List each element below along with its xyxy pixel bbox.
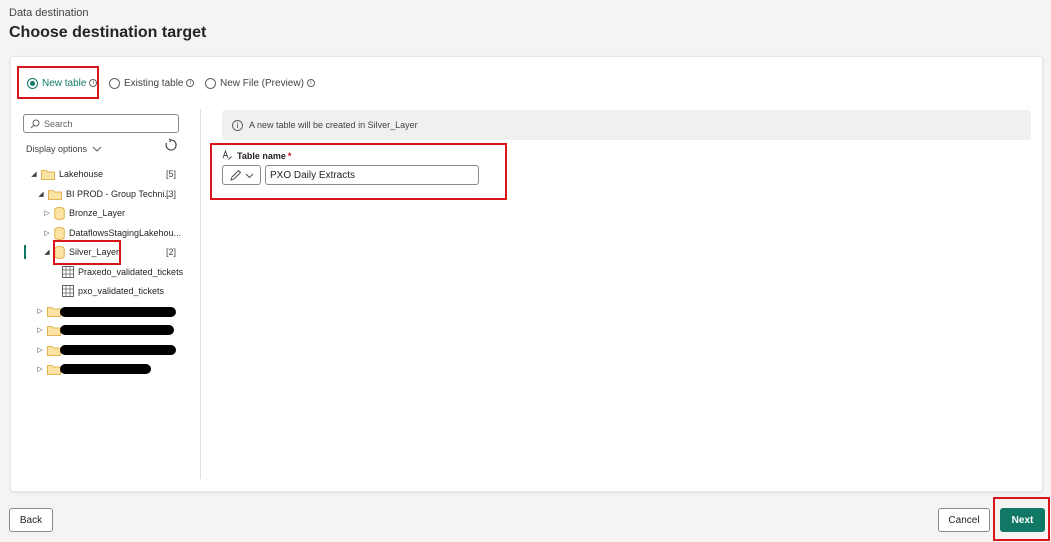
redaction-mark: [60, 345, 176, 355]
info-icon: i: [186, 79, 195, 87]
new-file-label: New File (Preview): [220, 77, 304, 89]
existing-table-radio[interactable]: [109, 77, 120, 89]
refresh-icon[interactable]: [164, 138, 178, 152]
selection-indicator: [24, 245, 26, 259]
caret-expanded-icon[interactable]: ◢: [43, 248, 51, 256]
tree-count: [3]: [166, 189, 177, 199]
highlight-table-name: [210, 143, 507, 200]
tree-label: DataflowsStagingLakehou...: [69, 228, 182, 238]
redaction-mark: [60, 325, 174, 335]
redaction-mark: [60, 307, 176, 317]
existing-table-label: Existing table: [124, 77, 184, 89]
caret-collapsed-icon[interactable]: ▷: [43, 229, 51, 237]
folder-icon: [47, 364, 61, 375]
caret-expanded-icon[interactable]: ◢: [37, 190, 45, 198]
info-icon: i: [232, 119, 243, 131]
info-banner: i A new table will be created in Silver_…: [222, 110, 1031, 140]
existing-table-option[interactable]: Existing table i: [109, 76, 195, 90]
info-icon: i: [306, 79, 315, 87]
pane-divider: [200, 109, 201, 479]
highlight-new-table: [17, 66, 99, 99]
search-input[interactable]: [44, 118, 164, 129]
tree-label: BI PROD - Group Techni...: [66, 189, 172, 199]
caret-expanded-icon[interactable]: ◢: [30, 170, 38, 178]
display-options[interactable]: Display options: [26, 144, 102, 154]
table-icon: [62, 285, 74, 297]
search-icon: [30, 119, 40, 128]
new-file-option[interactable]: New File (Preview) i: [205, 76, 315, 90]
tree-label: Praxedo_validated_tickets: [78, 267, 184, 277]
folder-icon: [47, 345, 61, 356]
info-banner-text: A new table will be created in Silver_La…: [249, 120, 418, 130]
tree-item-workspace[interactable]: ◢ BI PROD - Group Techni...: [37, 186, 172, 202]
folder-icon: [48, 189, 62, 200]
caret-collapsed-icon[interactable]: ▷: [36, 365, 44, 373]
folder-icon: [47, 325, 61, 336]
tree-item-staging[interactable]: ▷ DataflowsStagingLakehou...: [43, 225, 181, 241]
tree-label: pxo_validated_tickets: [78, 286, 165, 296]
search-box[interactable]: [23, 114, 179, 133]
page-title: Choose destination target: [9, 24, 207, 41]
tree-item-table[interactable]: Praxedo_validated_tickets: [62, 264, 183, 280]
tree-item-lakehouse[interactable]: ◢ Lakehouse: [30, 166, 103, 182]
caret-collapsed-icon[interactable]: ▷: [36, 346, 44, 354]
cancel-button[interactable]: Cancel: [938, 508, 990, 532]
tree-label: Bronze_Layer: [69, 208, 126, 218]
highlight-next: [993, 497, 1050, 541]
caret-collapsed-icon[interactable]: ▷: [36, 307, 44, 315]
caret-collapsed-icon[interactable]: ▷: [43, 209, 51, 217]
page-subtitle: Data destination: [9, 7, 89, 19]
tree-label: Lakehouse: [59, 169, 104, 179]
caret-collapsed-icon[interactable]: ▷: [36, 326, 44, 334]
folder-icon: [41, 169, 55, 180]
tree-item-table[interactable]: pxo_validated_tickets: [62, 283, 164, 299]
chevron-down-icon: [92, 146, 102, 152]
folder-icon: [47, 306, 61, 317]
tree-count: [2]: [166, 247, 177, 257]
new-file-radio[interactable]: [205, 77, 216, 89]
tree-item-bronze-layer[interactable]: ▷ Bronze_Layer: [43, 205, 125, 221]
display-options-label: Display options: [26, 144, 88, 154]
back-button[interactable]: Back: [9, 508, 53, 532]
table-icon: [62, 266, 74, 278]
redaction-mark: [60, 364, 151, 374]
tree-count: [5]: [166, 169, 177, 179]
database-icon: [54, 206, 65, 220]
highlight-silver-layer: [53, 240, 121, 265]
database-icon: [54, 226, 65, 240]
